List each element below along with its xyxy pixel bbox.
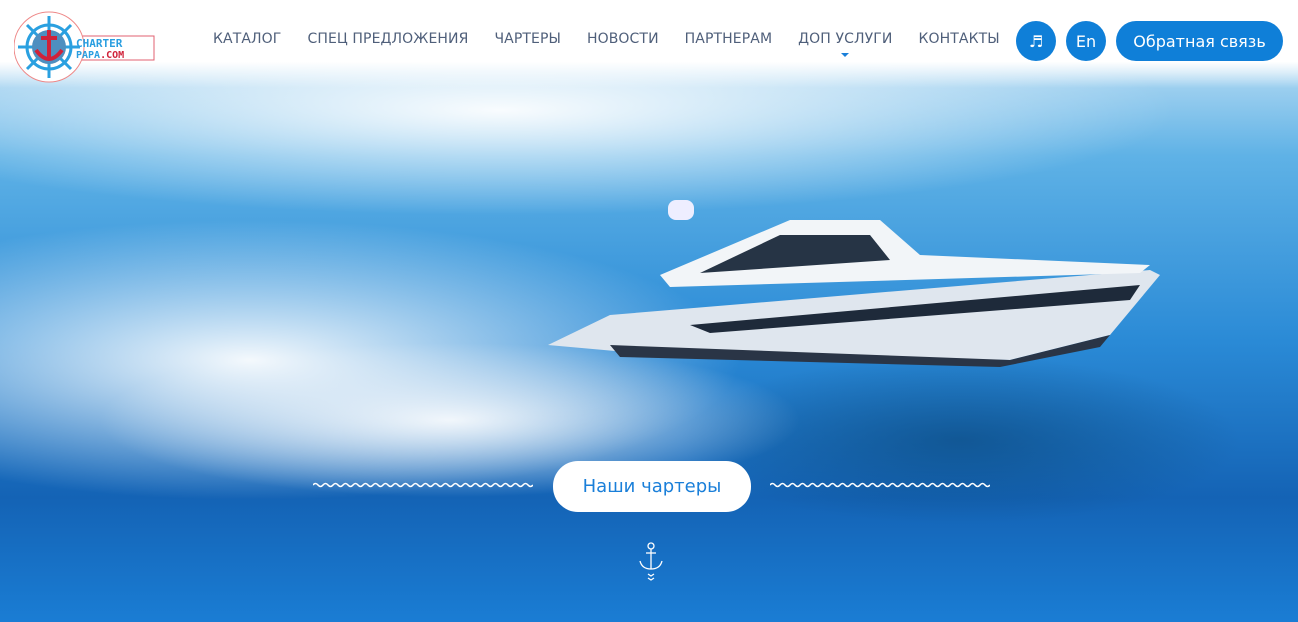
language-button[interactable]: En	[1066, 21, 1106, 61]
music-note-icon: ♬	[1028, 31, 1044, 51]
nav-partners[interactable]: ПАРТНЕРАМ	[685, 31, 772, 47]
music-button[interactable]: ♬	[1016, 21, 1056, 61]
nav-special-offers[interactable]: СПЕЦ ПРЕДЛОЖЕНИЯ	[307, 31, 468, 47]
nav-news[interactable]: НОВОСТИ	[587, 31, 659, 47]
anchor-scroll-icon[interactable]	[636, 542, 666, 584]
wave-divider-left	[313, 482, 533, 488]
our-charters-button[interactable]: Наши чартеры	[553, 461, 751, 512]
nav-catalog[interactable]: КАТАЛОГ	[213, 31, 281, 47]
nav-contacts[interactable]: КОНТАКТЫ	[918, 31, 999, 47]
nav-charters[interactable]: ЧАРТЕРЫ	[494, 31, 561, 47]
svg-text:CHARTER: CHARTER	[76, 37, 123, 50]
yacht-image	[548, 200, 1160, 367]
svg-text:PAPA.COM: PAPA.COM	[76, 50, 124, 61]
caret-down-icon	[841, 53, 850, 61]
nav-extra-services[interactable]: ДОП УСЛУГИ	[798, 31, 893, 57]
feedback-button[interactable]: Обратная связь	[1116, 21, 1283, 61]
nav-extra-services-label: ДОП УСЛУГИ	[798, 31, 893, 47]
main-nav: КАТАЛОГ СПЕЦ ПРЕДЛОЖЕНИЯ ЧАРТЕРЫ НОВОСТИ…	[213, 31, 1000, 57]
site-header: CHARTER PAPA.COM КАТАЛОГ СПЕЦ ПРЕДЛОЖЕНИ…	[0, 0, 1298, 88]
charterpapa-logo[interactable]: CHARTER PAPA.COM	[14, 10, 156, 84]
wave-divider-right	[770, 482, 990, 488]
